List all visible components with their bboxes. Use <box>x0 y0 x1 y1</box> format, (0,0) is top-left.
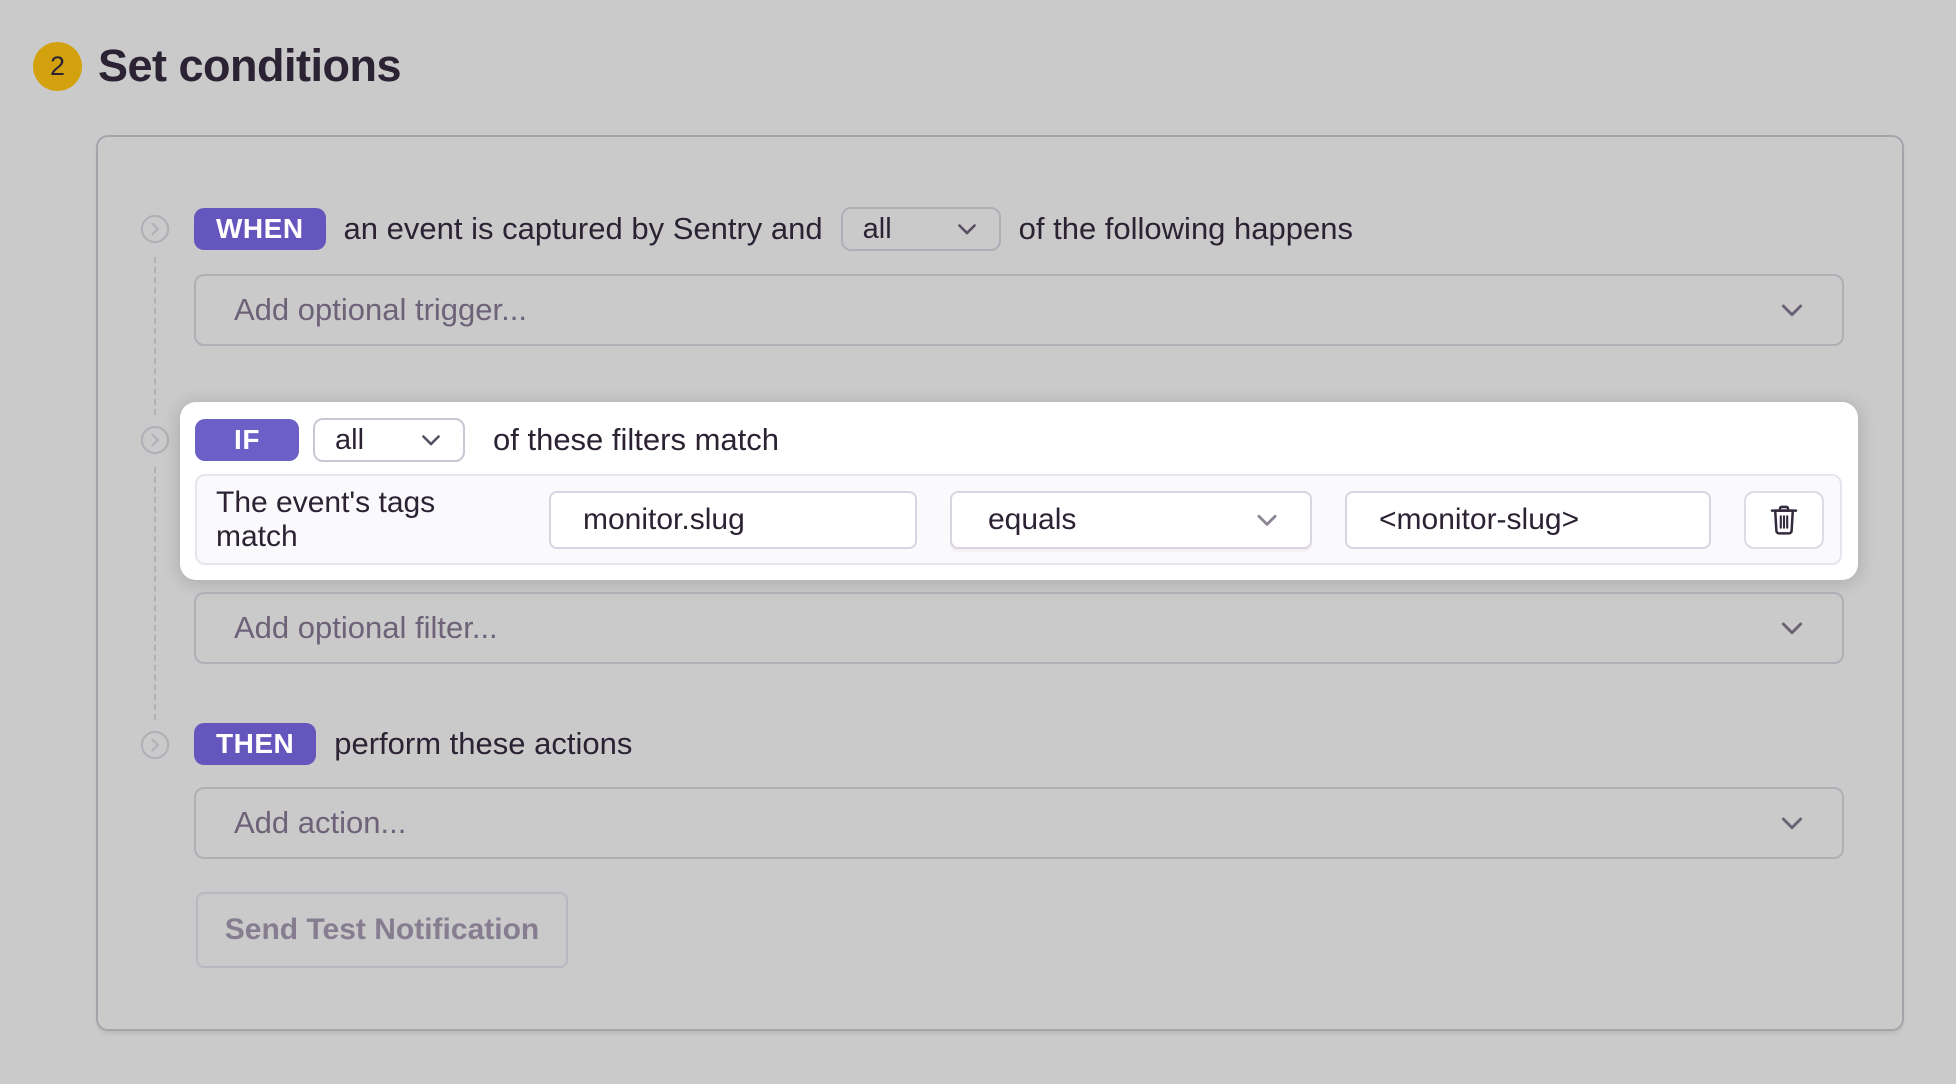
filter-label: The event's tags match <box>216 486 516 554</box>
when-match-select[interactable]: all <box>841 207 1001 251</box>
step-number-badge: 2 <box>33 42 82 91</box>
then-row: THEN perform these actions <box>194 722 632 766</box>
if-badge: IF <box>195 419 299 461</box>
add-filter-select[interactable]: Add optional filter... <box>194 592 1844 664</box>
step-connector-line <box>154 257 156 415</box>
chevron-right-circle-icon <box>140 730 170 760</box>
if-match-select-value: all <box>335 424 364 457</box>
add-action-placeholder: Add action... <box>234 805 406 841</box>
if-row: IF all of these filters match <box>195 418 1843 462</box>
if-conditions-card: IF all of these filters match The event'… <box>180 402 1858 580</box>
chevron-down-icon <box>1252 505 1282 535</box>
when-badge: WHEN <box>194 208 326 250</box>
chevron-right-circle-icon <box>140 214 170 244</box>
send-test-notification-button[interactable]: Send Test Notification <box>196 892 568 968</box>
chevron-down-icon <box>1776 294 1808 326</box>
then-text: perform these actions <box>334 726 632 762</box>
chevron-down-icon <box>1776 612 1808 644</box>
when-match-select-value: all <box>863 213 892 246</box>
filter-operator-value: equals <box>988 503 1076 537</box>
filter-condition-row: The event's tags match equals <box>195 474 1842 565</box>
when-text-after: of the following happens <box>1019 211 1353 247</box>
filter-key-input[interactable] <box>549 491 917 549</box>
when-text-before: an event is captured by Sentry and <box>344 211 823 247</box>
then-badge: THEN <box>194 723 316 765</box>
add-trigger-select[interactable]: Add optional trigger... <box>194 274 1844 346</box>
trash-icon <box>1768 502 1800 538</box>
filter-operator-select[interactable]: equals <box>950 491 1312 549</box>
set-conditions-page: 2 Set conditions WHEN an event is captur… <box>0 0 1956 1084</box>
add-action-select[interactable]: Add action... <box>194 787 1844 859</box>
filter-value-input[interactable] <box>1345 491 1711 549</box>
step-header: 2 Set conditions <box>33 40 401 92</box>
chevron-down-icon <box>1776 807 1808 839</box>
conditions-panel: WHEN an event is captured by Sentry and … <box>96 135 1904 1031</box>
when-row: WHEN an event is captured by Sentry and … <box>194 207 1353 251</box>
add-trigger-placeholder: Add optional trigger... <box>234 292 527 328</box>
if-match-select[interactable]: all <box>313 418 465 462</box>
if-text-after: of these filters match <box>493 422 779 458</box>
step-connector-line <box>154 467 156 720</box>
chevron-down-icon <box>953 215 981 243</box>
chevron-down-icon <box>417 426 445 454</box>
delete-filter-button[interactable] <box>1744 491 1824 549</box>
chevron-right-circle-icon <box>140 425 170 455</box>
page-title: Set conditions <box>98 40 401 92</box>
add-filter-placeholder: Add optional filter... <box>234 610 498 646</box>
